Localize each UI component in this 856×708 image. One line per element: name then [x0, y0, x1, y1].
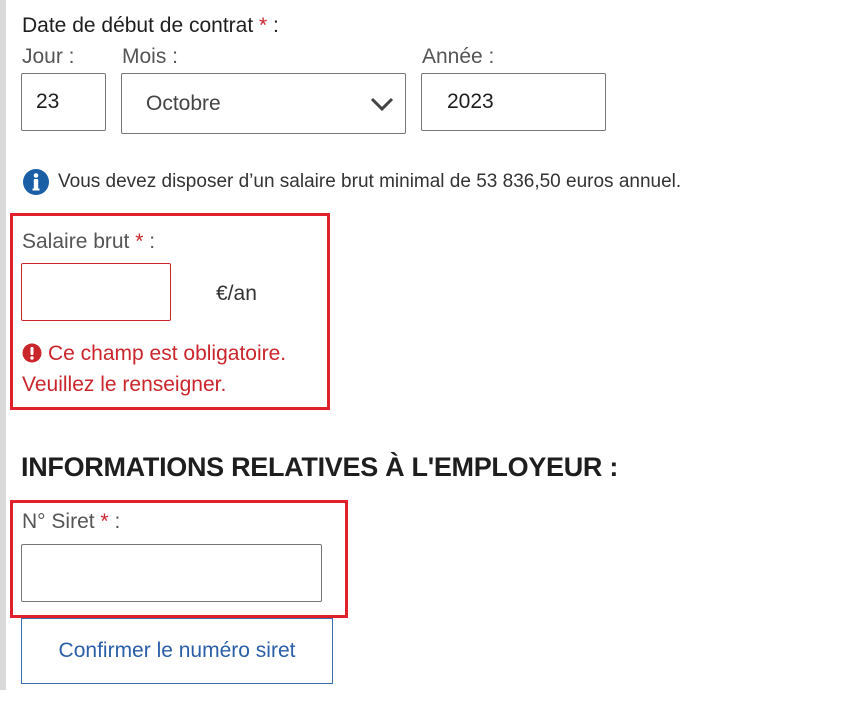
month-select-value: Octobre — [146, 91, 221, 115]
contract-start-label-text: Date de début de contrat — [22, 14, 254, 37]
info-text: Vous devez disposer d’un salaire brut mi… — [58, 171, 682, 192]
month-select[interactable]: Octobre — [121, 73, 406, 134]
siret-input[interactable] — [21, 544, 322, 602]
salary-label-text: Salaire brut — [22, 230, 130, 253]
siret-label-text: N° Siret — [22, 510, 95, 533]
year-input[interactable] — [421, 73, 606, 131]
day-label: Jour : — [22, 45, 75, 68]
day-input[interactable] — [21, 73, 106, 131]
salary-error-line2: Veuillez le renseigner. — [22, 373, 227, 396]
confirm-siret-button[interactable]: Confirmer le numéro siret — [21, 618, 333, 684]
info-icon — [23, 169, 49, 195]
salary-label: Salaire brut * : — [22, 230, 155, 254]
required-asterisk: * — [100, 510, 109, 533]
siret-label: N° Siret * : — [22, 510, 120, 534]
salary-error-text1: Ce champ est obligatoire. — [48, 342, 287, 365]
salary-input[interactable] — [21, 263, 171, 321]
left-border-rule — [0, 0, 6, 690]
label-colon: : — [267, 14, 279, 37]
label-colon: : — [143, 230, 156, 253]
required-asterisk: * — [259, 14, 268, 37]
contract-start-label: Date de début de contrat * : — [22, 14, 279, 38]
salary-info: Vous devez disposer d’un salaire brut mi… — [22, 168, 681, 196]
salary-unit: €/an — [216, 282, 257, 305]
year-label: Année : — [422, 45, 495, 68]
month-label: Mois : — [122, 45, 179, 68]
salary-error-line1: Ce champ est obligatoire. — [22, 338, 286, 369]
employer-section-title: INFORMATIONS RELATIVES À L'EMPLOYEUR : — [21, 452, 619, 482]
label-colon: : — [108, 510, 121, 533]
salary-error-message: Ce champ est obligatoire. Veuillez le re… — [22, 338, 286, 400]
chevron-down-icon — [370, 97, 394, 111]
exclamation-circle-icon — [22, 343, 42, 363]
